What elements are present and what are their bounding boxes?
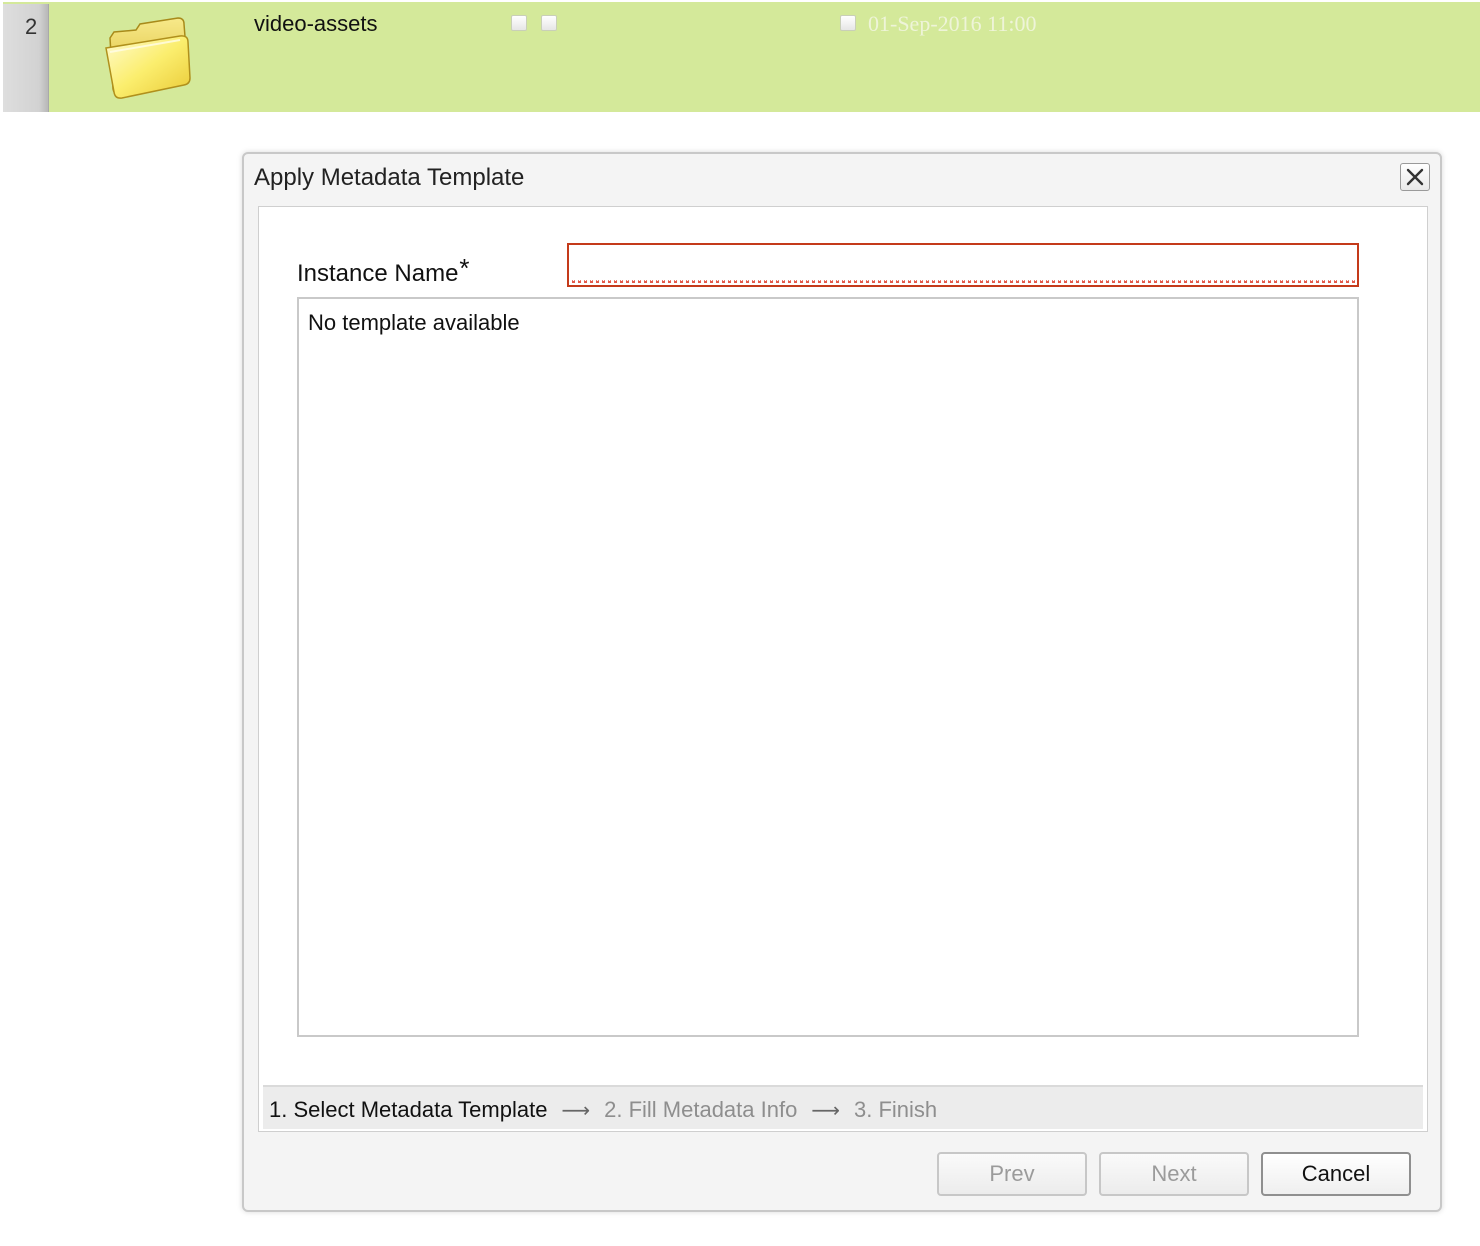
modified-date: 01-Sep-2016 11:00	[868, 11, 1037, 36]
prev-button[interactable]: Prev	[937, 1152, 1087, 1196]
dialog-body: Instance Name* No template available 1. …	[258, 206, 1428, 1132]
template-list[interactable]: No template available	[297, 297, 1359, 1037]
step-3: 3. Finish	[854, 1097, 938, 1122]
close-button[interactable]	[1400, 163, 1430, 191]
file-list-row[interactable]: 2 video-assets 01-Sep-2016 11:00	[0, 0, 1480, 114]
dialog-title: Apply Metadata Template	[254, 164, 525, 191]
step-1: 1. Select Metadata Template	[269, 1097, 548, 1122]
wizard-steps: 1. Select Metadata Template ⟶ 2. Fill Meta…	[263, 1085, 1423, 1129]
no-template-message: No template available	[308, 310, 520, 335]
instance-name-input[interactable]	[567, 243, 1359, 287]
row-number-cell: 2	[3, 4, 49, 112]
folder-icon[interactable]	[100, 12, 196, 102]
row-number: 2	[25, 14, 38, 39]
steps-text: 1. Select Metadata Template ⟶ 2. Fill Meta…	[269, 1097, 937, 1123]
instance-name-label-text: Instance Name	[297, 260, 459, 287]
folder-name[interactable]: video-assets	[254, 11, 378, 37]
instance-name-label: Instance Name*	[297, 253, 470, 288]
apply-metadata-template-dialog: Apply Metadata Template Instance Name* N…	[242, 152, 1442, 1212]
row-checkbox-a[interactable]	[511, 15, 527, 31]
required-marker: *	[459, 253, 470, 283]
step-arrow-icon: ⟶	[561, 1098, 591, 1122]
step-arrow-icon: ⟶	[811, 1098, 840, 1122]
row-checkbox-b[interactable]	[541, 15, 557, 31]
row-checkbox-c[interactable]	[840, 15, 856, 31]
next-button[interactable]: Next	[1099, 1152, 1249, 1196]
form-panel: Instance Name* No template available	[263, 211, 1423, 1087]
step-2: 2. Fill Metadata Info	[604, 1097, 798, 1122]
cancel-button[interactable]: Cancel	[1261, 1152, 1411, 1196]
close-icon	[1406, 168, 1424, 186]
